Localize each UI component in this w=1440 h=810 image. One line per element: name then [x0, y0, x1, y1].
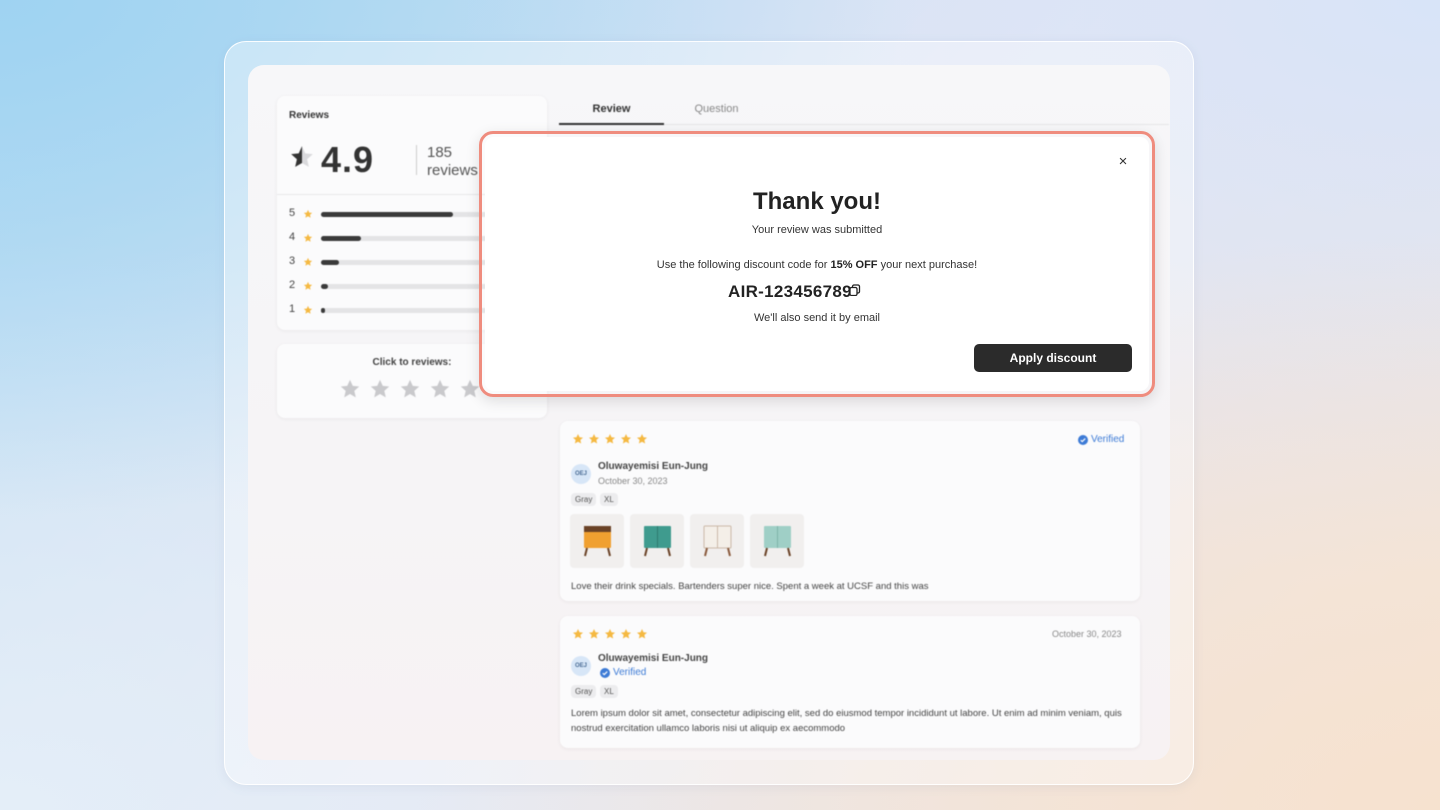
star-outline-icon[interactable]: [429, 378, 451, 400]
apply-discount-button[interactable]: Apply discount: [974, 344, 1132, 372]
rating-bar-label: 3: [289, 255, 296, 267]
verified-badge: Verified: [1078, 434, 1124, 445]
verified-label: Verified: [613, 667, 647, 678]
review-rating: [572, 628, 648, 640]
review-photo[interactable]: [750, 514, 804, 568]
verified-badge: Verified: [600, 667, 646, 678]
star-icon: [303, 281, 313, 290]
star-icon: [303, 233, 313, 242]
star-icon: [303, 257, 313, 266]
discount-prefix: Use the following discount code for: [656, 259, 831, 271]
star-outline-icon[interactable]: [339, 378, 361, 400]
avatar: OEJ: [571, 464, 591, 484]
review-text: Love their drink specials. Bartenders su…: [571, 581, 929, 592]
discount-code[interactable]: AIR-123456789: [728, 282, 852, 302]
review-rating: [572, 433, 648, 445]
rating-bar-fill: [321, 260, 339, 265]
tag-chip: Gray: [571, 493, 597, 506]
review-photo[interactable]: [630, 514, 684, 568]
star-icon: [605, 434, 615, 444]
orange-cabinet-image: [584, 526, 611, 557]
discount-message: Use the following discount code for 15% …: [485, 259, 1149, 271]
discount-code-row: AIR-123456789: [728, 282, 861, 302]
tag-chip: XL: [600, 493, 618, 506]
review-photo[interactable]: [570, 514, 624, 568]
rating-bar-fill: [321, 308, 326, 313]
mint-cabinet-image: [764, 526, 791, 557]
check-circle-icon: [600, 667, 610, 678]
rating-bar-label: 1: [289, 303, 296, 315]
star-icon: [303, 209, 313, 218]
star-icon: [621, 629, 631, 639]
tag-chip: Gray: [571, 685, 597, 698]
star-outline-icon[interactable]: [369, 378, 391, 400]
review-photo[interactable]: [690, 514, 744, 568]
star-icon: [637, 434, 647, 444]
review-card: Verified OEJ Oluwayemisi Eun-Jung Octobe…: [560, 421, 1140, 601]
rating-input: [339, 378, 481, 400]
star-icon: [589, 629, 599, 639]
average-score: 4.9: [321, 139, 375, 180]
white-cabinet-image: [703, 525, 732, 557]
tab-question[interactable]: Question: [664, 103, 769, 125]
check-circle-icon: [1078, 434, 1088, 445]
modal-subtitle: Your review was submitted: [751, 224, 883, 236]
review-author: Oluwayemisi Eun-Jung: [598, 461, 709, 472]
rating-bar-fill: [321, 236, 361, 241]
star-outline-icon[interactable]: [399, 378, 421, 400]
reviews-title: Reviews: [289, 110, 330, 121]
review-card: October 30, 2023 OEJ Oluwayemisi Eun-Jun…: [560, 616, 1140, 748]
star-icon: [573, 434, 583, 444]
thank-you-modal: × Thank you! Your review was submitted U…: [485, 137, 1149, 391]
tab-review[interactable]: Review: [559, 103, 664, 125]
discount-amount: 15% OFF: [830, 259, 878, 271]
star-icon: [605, 629, 615, 639]
rating-bar-label: 2: [289, 279, 296, 291]
teal-cabinet-image: [644, 526, 671, 557]
score-divider: [416, 145, 417, 175]
email-note: We'll also send it by email: [753, 312, 880, 324]
avatar: OEJ: [571, 656, 591, 676]
copy-icon[interactable]: [849, 284, 861, 296]
star-icon: [637, 629, 647, 639]
star-icon: [573, 629, 583, 639]
review-tabs: Review Question: [559, 95, 1169, 125]
review-date: October 30, 2023: [1052, 629, 1122, 639]
star-icon: [621, 434, 631, 444]
rating-bar-label: 4: [289, 231, 296, 243]
half-star-icon: [291, 146, 313, 167]
rating-bar-fill: [321, 284, 328, 289]
star-icon: [589, 434, 599, 444]
review-date: October 30, 2023: [598, 476, 668, 486]
rating-bar-label: 5: [289, 207, 296, 219]
discount-suffix: your next purchase!: [877, 259, 978, 271]
verified-label: Verified: [1091, 434, 1125, 445]
tag-chip: XL: [600, 685, 618, 698]
rating-bar-fill: [321, 212, 453, 217]
star-outline-icon[interactable]: [459, 378, 481, 400]
close-icon[interactable]: ×: [1115, 154, 1131, 170]
review-author: Oluwayemisi Eun-Jung: [598, 653, 709, 664]
star-icon: [303, 305, 313, 314]
modal-title: Thank you!: [752, 188, 881, 215]
review-text: Lorem ipsum dolor sit amet, consectetur …: [571, 708, 1122, 734]
